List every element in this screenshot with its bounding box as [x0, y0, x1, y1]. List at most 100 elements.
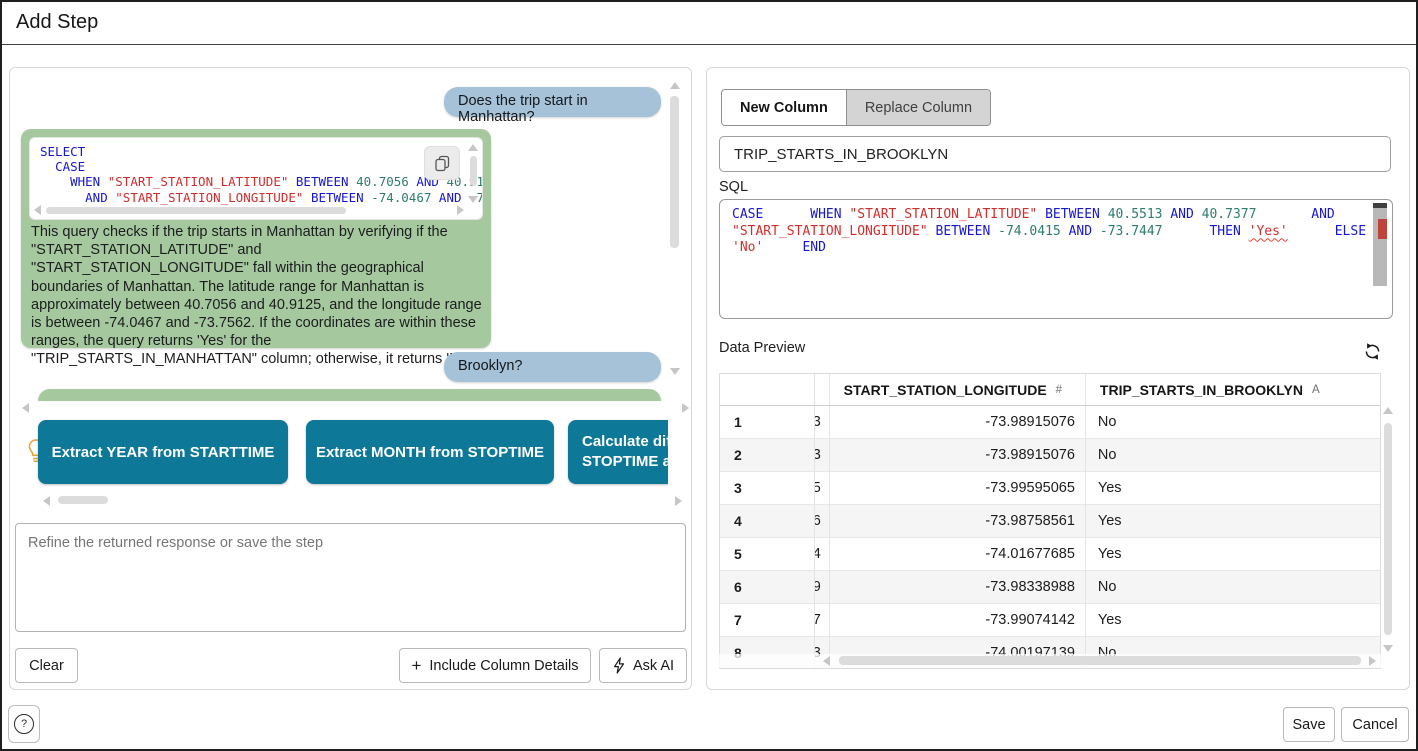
tab-new-column[interactable]: New Column	[722, 90, 847, 125]
table-cell-clip: 6	[815, 505, 830, 537]
column-name-input[interactable]	[719, 136, 1391, 172]
ai-response-bubble-clipped	[38, 389, 661, 401]
table-hscrollbar[interactable]	[719, 654, 1381, 668]
scroll-right-icon[interactable]	[1369, 656, 1376, 666]
scroll-down-icon[interactable]	[670, 368, 680, 375]
scroll-left-icon[interactable]	[43, 496, 50, 506]
data-preview-label: Data Preview	[719, 340, 805, 356]
cancel-button-label: Cancel	[1352, 717, 1397, 733]
scroll-down-icon[interactable]	[468, 196, 478, 203]
user-message-bubble: Brooklyn?	[444, 352, 661, 382]
scroll-right-icon[interactable]	[675, 496, 682, 506]
scroll-up-icon[interactable]	[1383, 407, 1393, 414]
table-cell-num: 6	[720, 571, 815, 603]
include-column-details-button[interactable]: + Include Column Details	[399, 648, 591, 683]
clear-button-label: Clear	[29, 658, 64, 674]
suggestion-chip-label: STOPTIME and	[582, 452, 668, 472]
sql-editor[interactable]: CASE WHEN "START_STATION_LATITUDE" BETWE…	[719, 199, 1393, 319]
lightning-bolt-icon	[612, 657, 625, 674]
table-cell-val: Yes	[1086, 538, 1380, 570]
carousel-scrollbar-thumb[interactable]	[58, 496, 108, 504]
suggestion-chip-label: Extract YEAR from STARTTIME	[52, 444, 275, 461]
refine-response-textarea[interactable]	[15, 523, 686, 632]
suggestion-chip[interactable]: Extract YEAR from STARTTIME	[38, 420, 288, 484]
table-cell-val: No	[1086, 439, 1380, 471]
table-header-row: START_STATION_LONGITUDE # TRIP_STARTS_IN…	[720, 374, 1380, 406]
table-cell-num: 1	[720, 406, 815, 438]
table-row: 46-73.98758561Yes	[720, 505, 1380, 538]
ask-ai-label: Ask AI	[633, 658, 674, 674]
table-row: 13-73.98915076No	[720, 406, 1380, 439]
data-preview-table: START_STATION_LONGITUDE # TRIP_STARTS_IN…	[719, 373, 1381, 669]
code-line: WHEN "START_STATION_LATITUDE" BETWEEN 40…	[40, 174, 482, 189]
table-cell-num: 3	[720, 472, 815, 504]
code-line: SELECT	[40, 144, 482, 159]
tab-replace-column[interactable]: Replace Column	[847, 90, 990, 125]
ask-ai-button[interactable]: Ask AI	[599, 648, 687, 683]
table-row: 23-73.98915076No	[720, 439, 1380, 472]
table-cell-clip: 4	[815, 538, 830, 570]
table-cell-num: 7	[720, 604, 815, 636]
table-cell-lon: -73.99595065	[830, 472, 1086, 504]
clear-button[interactable]: Clear	[15, 648, 78, 683]
header-start-station-longitude[interactable]: START_STATION_LONGITUDE #	[830, 374, 1086, 405]
code-hscroll-thumb[interactable]	[46, 207, 346, 214]
table-body: 13-73.98915076No23-73.98915076No35-73.99…	[720, 406, 1380, 669]
scroll-left-icon[interactable]	[823, 656, 830, 666]
table-vscroll-thumb[interactable]	[1384, 423, 1392, 635]
tab-label: New Column	[740, 100, 828, 116]
header-clipped-column	[815, 374, 830, 405]
table-row: 69-73.98338988No	[720, 571, 1380, 604]
table-cell-val: No	[1086, 406, 1380, 438]
table-cell-val: Yes	[1086, 505, 1380, 537]
sql-label: SQL	[719, 179, 748, 195]
table-cell-lon: -73.98338988	[830, 571, 1086, 603]
user-message-text: Does the trip start in Manhattan?	[458, 93, 588, 125]
header-divider	[0, 44, 1418, 45]
scroll-right-icon[interactable]	[457, 205, 464, 215]
scroll-up-icon[interactable]	[468, 144, 478, 151]
editor-overview-ruler[interactable]	[1373, 203, 1387, 315]
help-button[interactable]: ?	[8, 705, 40, 743]
table-cell-val: Yes	[1086, 604, 1380, 636]
code-line: CASE	[40, 159, 482, 174]
tab-label: Replace Column	[865, 100, 972, 116]
copy-icon	[434, 155, 451, 172]
save-button[interactable]: Save	[1283, 707, 1335, 742]
table-row: 54-74.01677685Yes	[720, 538, 1380, 571]
carousel-next-icon[interactable]	[682, 403, 689, 413]
copy-button[interactable]	[424, 146, 460, 180]
table-row: 77-73.99074142Yes	[720, 604, 1380, 637]
cancel-button[interactable]: Cancel	[1341, 707, 1409, 742]
refresh-button[interactable]	[1360, 339, 1384, 363]
table-cell-num: 2	[720, 439, 815, 471]
header-trip-starts-in-brooklyn[interactable]: TRIP_STARTS_IN_BROOKLYN A	[1086, 374, 1380, 405]
user-message-text: Brooklyn?	[458, 358, 522, 374]
table-cell-clip: 9	[815, 571, 830, 603]
table-cell-lon: -73.98758561	[830, 505, 1086, 537]
suggestion-chip[interactable]: Calculate diffe STOPTIME and	[568, 420, 668, 484]
carousel-prev-icon[interactable]	[22, 403, 29, 413]
sql-code-block: SELECT CASE WHEN "START_STATION_LATITUDE…	[29, 137, 483, 220]
table-cell-num: 4	[720, 505, 815, 537]
help-icon: ?	[14, 714, 34, 734]
scroll-left-icon[interactable]	[34, 205, 41, 215]
column-header-label: START_STATION_LONGITUDE	[844, 382, 1047, 398]
code-line: "START_STATION_LONGITUDE" BETWEEN -74.04…	[732, 224, 1392, 241]
chat-scrollbar-thumb[interactable]	[670, 96, 679, 248]
suggestion-chip[interactable]: Extract MONTH from STOPTIME	[306, 420, 554, 484]
table-cell-lon: -73.98915076	[830, 439, 1086, 471]
scroll-up-icon[interactable]	[670, 82, 680, 89]
user-message-bubble: Does the trip start in Manhattan?	[444, 87, 661, 117]
suggestion-chip-label: Extract MONTH from STOPTIME	[316, 444, 544, 461]
table-cell-clip: 3	[815, 439, 830, 471]
table-vscrollbar[interactable]	[1383, 373, 1393, 669]
table-hscroll-thumb[interactable]	[839, 656, 1361, 665]
suggestion-chip-label: Calculate diffe	[582, 432, 668, 452]
editor-error-marker-icon	[1378, 219, 1387, 239]
scroll-down-icon[interactable]	[1383, 645, 1393, 652]
save-button-label: Save	[1292, 717, 1325, 733]
table-row: 35-73.99595065Yes	[720, 472, 1380, 505]
code-vscroll-thumb[interactable]	[470, 156, 477, 186]
code-line: CASE WHEN "START_STATION_LATITUDE" BETWE…	[732, 207, 1392, 224]
